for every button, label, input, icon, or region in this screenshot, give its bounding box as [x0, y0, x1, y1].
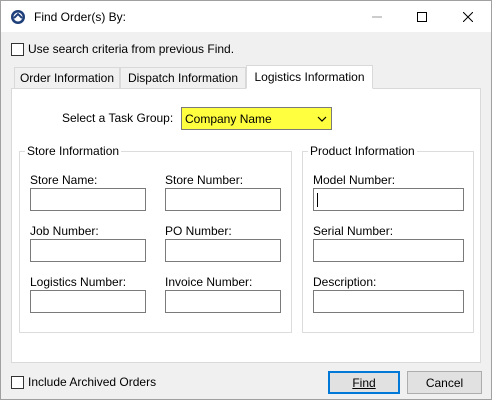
po-number-input[interactable] — [165, 239, 281, 262]
maximize-icon — [416, 11, 427, 22]
job-number-input[interactable] — [30, 239, 146, 262]
description-input[interactable] — [313, 290, 464, 313]
maximize-button[interactable] — [399, 1, 444, 32]
cancel-button-label: Cancel — [425, 375, 464, 390]
tab-logistics-information[interactable]: Logistics Information — [246, 65, 373, 89]
close-button[interactable] — [445, 1, 490, 32]
product-information-title: Product Information — [308, 144, 417, 158]
tab-label: Dispatch Information — [127, 71, 239, 85]
find-button-label: Find — [352, 375, 376, 390]
title-bar[interactable]: Find Order(s) By: — [1, 1, 491, 32]
store-number-label: Store Number: — [165, 173, 244, 187]
store-number-input[interactable] — [165, 188, 281, 211]
text-caret — [317, 193, 318, 207]
logistics-number-label: Logistics Number: — [30, 275, 127, 289]
invoice-number-label: Invoice Number: — [165, 275, 253, 289]
close-icon — [462, 11, 473, 22]
po-number-label: PO Number: — [165, 224, 232, 238]
app-icon — [10, 9, 26, 25]
serial-number-input[interactable] — [313, 239, 464, 262]
minimize-icon — [371, 16, 382, 17]
include-archived-checkbox[interactable] — [11, 376, 24, 389]
tab-dispatch-information[interactable]: Dispatch Information — [120, 67, 246, 88]
task-group-value: Company Name — [185, 112, 272, 126]
tab-label: Logistics Information — [254, 70, 365, 84]
window-title: Find Order(s) By: — [34, 10, 127, 24]
task-group-select[interactable]: Company Name — [181, 107, 332, 130]
task-group-label: Select a Task Group: — [62, 111, 174, 125]
store-information-title: Store Information — [25, 144, 122, 158]
store-name-label: Store Name: — [30, 173, 98, 187]
model-number-label: Model Number: — [313, 173, 396, 187]
serial-number-label: Serial Number: — [313, 224, 394, 238]
invoice-number-input[interactable] — [165, 290, 281, 313]
cancel-button[interactable]: Cancel — [407, 371, 482, 394]
minimize-button[interactable] — [354, 1, 399, 32]
find-button[interactable]: Find — [328, 371, 400, 394]
description-label: Description: — [313, 275, 377, 289]
model-number-input[interactable] — [313, 188, 464, 211]
find-orders-dialog: Find Order(s) By: Use search criteria fr… — [0, 0, 492, 400]
chevron-down-icon — [317, 113, 327, 127]
include-archived-label: Include Archived Orders — [28, 375, 157, 389]
tab-order-information[interactable]: Order Information — [14, 67, 120, 88]
use-previous-label: Use search criteria from previous Find. — [28, 42, 235, 56]
logistics-number-input[interactable] — [30, 290, 146, 313]
tab-label: Order Information — [19, 71, 115, 85]
store-name-input[interactable] — [30, 188, 146, 211]
use-previous-checkbox[interactable] — [11, 43, 24, 56]
job-number-label: Job Number: — [30, 224, 99, 238]
